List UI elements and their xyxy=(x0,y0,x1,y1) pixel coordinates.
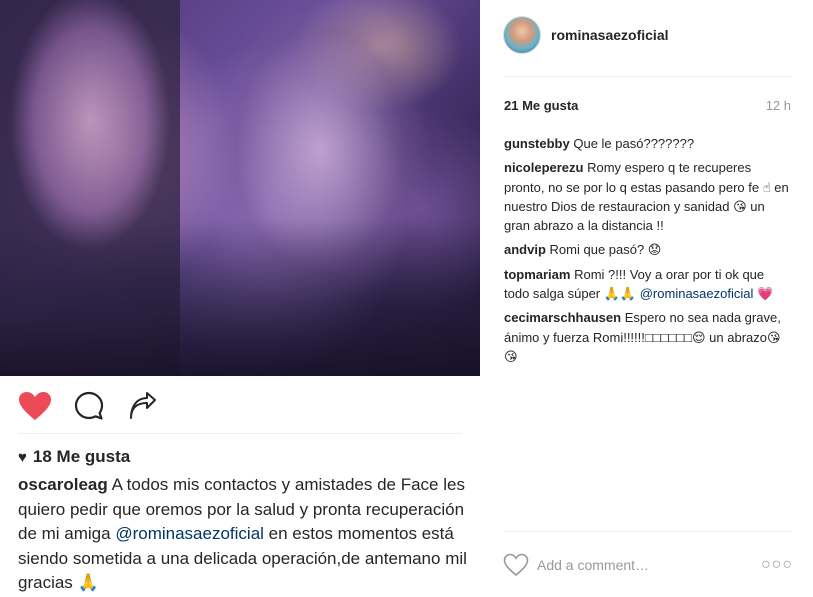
comment-item: cecimarschhausen Espero no sea nada grav… xyxy=(504,308,791,366)
header-username[interactable]: rominasaezoficial xyxy=(551,27,669,43)
post-time[interactable]: 12 h xyxy=(766,98,791,113)
post-actions xyxy=(18,390,160,422)
comment-item: andvip Romi que pasó? 😟 xyxy=(504,240,791,259)
comment-username[interactable]: cecimarschhausen xyxy=(504,310,621,325)
heart-outline-icon[interactable] xyxy=(503,553,529,577)
add-comment-row: ○○○ xyxy=(503,553,793,577)
comment-text-end: 💗 xyxy=(753,286,774,302)
more-options-button[interactable]: ○○○ xyxy=(761,556,793,574)
comment-button[interactable] xyxy=(72,390,106,422)
likes-row: 21 Me gusta 12 h xyxy=(504,98,791,113)
heart-filled-icon xyxy=(19,392,51,420)
photo-shadow xyxy=(0,220,480,376)
comment-username[interactable]: topmariam xyxy=(504,267,570,282)
share-arrow-icon xyxy=(130,392,156,419)
like-button[interactable] xyxy=(18,390,52,422)
divider xyxy=(18,433,462,434)
likes-count[interactable]: ♥ 18 Me gusta xyxy=(18,447,130,467)
add-comment-input[interactable] xyxy=(537,557,761,573)
post-caption: oscaroleag A todos mis contactos y amist… xyxy=(18,473,468,596)
comment-username[interactable]: nicoleperezu xyxy=(504,160,583,175)
avatar[interactable] xyxy=(503,16,541,54)
likes-count-right[interactable]: 21 Me gusta xyxy=(504,98,578,113)
divider xyxy=(504,531,791,532)
comment-item: gunstebby Que le pasó??????? xyxy=(504,134,791,153)
share-button[interactable] xyxy=(126,390,160,422)
comment-username[interactable]: andvip xyxy=(504,242,546,257)
comment-username[interactable]: gunstebby xyxy=(504,136,570,151)
heart-small-icon: ♥ xyxy=(18,448,27,466)
likes-label: 18 Me gusta xyxy=(32,447,131,466)
comment-item: nicoleperezu Romy espero q te recuperes … xyxy=(504,158,791,235)
comment-text: Romi que pasó? 😟 xyxy=(549,242,662,258)
caption-username[interactable]: oscaroleag xyxy=(18,475,108,494)
comment-icon xyxy=(74,391,104,420)
caption-mention[interactable]: @rominasaezoficial xyxy=(115,524,264,543)
comment-mention[interactable]: @rominasaezoficial xyxy=(640,286,754,301)
post-header: rominasaezoficial xyxy=(503,16,669,54)
divider xyxy=(504,76,791,77)
comment-text: Que le pasó??????? xyxy=(573,136,695,151)
comment-item: topmariam Romi ?!!! Voy a orar por ti ok… xyxy=(504,265,791,304)
comment-list: gunstebby Que le pasó??????? nicoleperez… xyxy=(504,134,791,371)
post-photo[interactable] xyxy=(0,0,480,376)
